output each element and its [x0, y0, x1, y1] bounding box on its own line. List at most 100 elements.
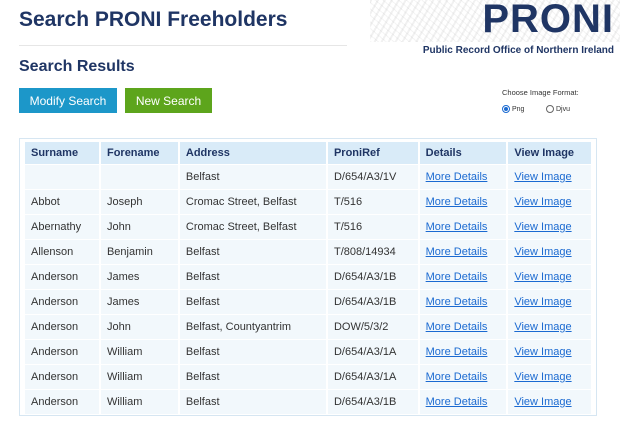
header-details: Details	[419, 142, 507, 164]
results-heading: Search Results	[19, 58, 135, 75]
more-details-link[interactable]: More Details	[426, 196, 488, 208]
cell-surname: Anderson	[25, 264, 99, 289]
table-row: Anderson John Belfast, Countyantrim DOW/…	[25, 314, 591, 339]
cell-forename: James	[100, 289, 178, 314]
table-row: Anderson William Belfast D/654/A3/1A Mor…	[25, 339, 591, 364]
cell-proniref: DOW/5/3/2	[327, 314, 418, 339]
cell-surname	[25, 164, 99, 189]
cell-forename: William	[100, 389, 178, 414]
cell-address: Cromac Street, Belfast	[179, 214, 326, 239]
cell-forename: Benjamin	[100, 239, 178, 264]
more-details-link[interactable]: More Details	[426, 271, 488, 283]
proni-logo[interactable]: PRONI Public Record Office of Northern I…	[370, 0, 620, 60]
cell-details: More Details	[419, 264, 507, 289]
table-row: Anderson William Belfast D/654/A3/1A Mor…	[25, 364, 591, 389]
cell-address: Belfast	[179, 239, 326, 264]
cell-address: Cromac Street, Belfast	[179, 189, 326, 214]
cell-address: Belfast	[179, 364, 326, 389]
cell-view-image: View Image	[508, 314, 591, 339]
cell-proniref: D/654/A3/1V	[327, 164, 418, 189]
cell-surname: Abbot	[25, 189, 99, 214]
header-forename[interactable]: Forename	[100, 142, 178, 164]
more-details-link[interactable]: More Details	[426, 246, 488, 258]
cell-proniref: T/516	[327, 214, 418, 239]
image-format-label: Choose Image Format:	[502, 88, 579, 97]
cell-view-image: View Image	[508, 389, 591, 414]
cell-surname: Anderson	[25, 389, 99, 414]
more-details-link[interactable]: More Details	[426, 321, 488, 333]
view-image-link[interactable]: View Image	[514, 371, 571, 383]
cell-address: Belfast	[179, 389, 326, 414]
cell-proniref: D/654/A3/1A	[327, 339, 418, 364]
cell-view-image: View Image	[508, 164, 591, 189]
more-details-link[interactable]: More Details	[426, 171, 488, 183]
table-row: Anderson James Belfast D/654/A3/1B More …	[25, 289, 591, 314]
cell-view-image: View Image	[508, 189, 591, 214]
header-address[interactable]: Address	[179, 142, 326, 164]
logo-subtitle: Public Record Office of Northern Ireland	[422, 45, 614, 56]
cell-forename: William	[100, 339, 178, 364]
table-header-row: Surname Forename Address ProniRef Detail…	[25, 142, 591, 164]
cell-forename: John	[100, 214, 178, 239]
more-details-link[interactable]: More Details	[426, 221, 488, 233]
table-row: Belfast D/654/A3/1V More Details View Im…	[25, 164, 591, 189]
cell-details: More Details	[419, 214, 507, 239]
cell-view-image: View Image	[508, 214, 591, 239]
new-search-button[interactable]: New Search	[125, 88, 212, 113]
cell-details: More Details	[419, 164, 507, 189]
view-image-link[interactable]: View Image	[514, 171, 571, 183]
more-details-link[interactable]: More Details	[426, 296, 488, 308]
format-option-djvu[interactable]: Djvu	[546, 105, 570, 113]
cell-surname: Abernathy	[25, 214, 99, 239]
view-image-link[interactable]: View Image	[514, 246, 571, 258]
cell-view-image: View Image	[508, 289, 591, 314]
cell-address: Belfast, Countyantrim	[179, 314, 326, 339]
cell-view-image: View Image	[508, 364, 591, 389]
results-table-container: Surname Forename Address ProniRef Detail…	[19, 138, 597, 416]
logo-wordmark: PRONI	[482, 0, 614, 41]
cell-view-image: View Image	[508, 239, 591, 264]
view-image-link[interactable]: View Image	[514, 221, 571, 233]
png-radio[interactable]	[502, 105, 510, 113]
cell-address: Belfast	[179, 289, 326, 314]
header-surname[interactable]: Surname	[25, 142, 99, 164]
more-details-link[interactable]: More Details	[426, 346, 488, 358]
more-details-link[interactable]: More Details	[426, 371, 488, 383]
view-image-link[interactable]: View Image	[514, 271, 571, 283]
cell-forename: James	[100, 264, 178, 289]
view-image-link[interactable]: View Image	[514, 296, 571, 308]
title-divider	[19, 45, 347, 46]
view-image-link[interactable]: View Image	[514, 396, 571, 408]
cell-details: More Details	[419, 364, 507, 389]
table-row: Allenson Benjamin Belfast T/808/14934 Mo…	[25, 239, 591, 264]
cell-address: Belfast	[179, 339, 326, 364]
cell-view-image: View Image	[508, 264, 591, 289]
format-option-png[interactable]: Png	[502, 105, 524, 113]
cell-proniref: D/654/A3/1B	[327, 289, 418, 314]
more-details-link[interactable]: More Details	[426, 396, 488, 408]
table-row: Abbot Joseph Cromac Street, Belfast T/51…	[25, 189, 591, 214]
table-row: Anderson William Belfast D/654/A3/1B Mor…	[25, 389, 591, 414]
cell-forename: Joseph	[100, 189, 178, 214]
cell-details: More Details	[419, 339, 507, 364]
cell-proniref: D/654/A3/1B	[327, 389, 418, 414]
cell-proniref: D/654/A3/1A	[327, 364, 418, 389]
header-proniref[interactable]: ProniRef	[327, 142, 418, 164]
modify-search-button[interactable]: Modify Search	[19, 88, 117, 113]
view-image-link[interactable]: View Image	[514, 321, 571, 333]
page-title: Search PRONI Freeholders	[19, 8, 288, 31]
table-row: Abernathy John Cromac Street, Belfast T/…	[25, 214, 591, 239]
cell-details: More Details	[419, 314, 507, 339]
djvu-radio[interactable]	[546, 105, 554, 113]
view-image-link[interactable]: View Image	[514, 196, 571, 208]
cell-address: Belfast	[179, 164, 326, 189]
cell-details: More Details	[419, 389, 507, 414]
cell-details: More Details	[419, 189, 507, 214]
view-image-link[interactable]: View Image	[514, 346, 571, 358]
cell-proniref: T/808/14934	[327, 239, 418, 264]
cell-surname: Anderson	[25, 339, 99, 364]
cell-forename: William	[100, 364, 178, 389]
cell-surname: Anderson	[25, 364, 99, 389]
header-view-image: View Image	[508, 142, 591, 164]
png-label: Png	[512, 105, 525, 113]
